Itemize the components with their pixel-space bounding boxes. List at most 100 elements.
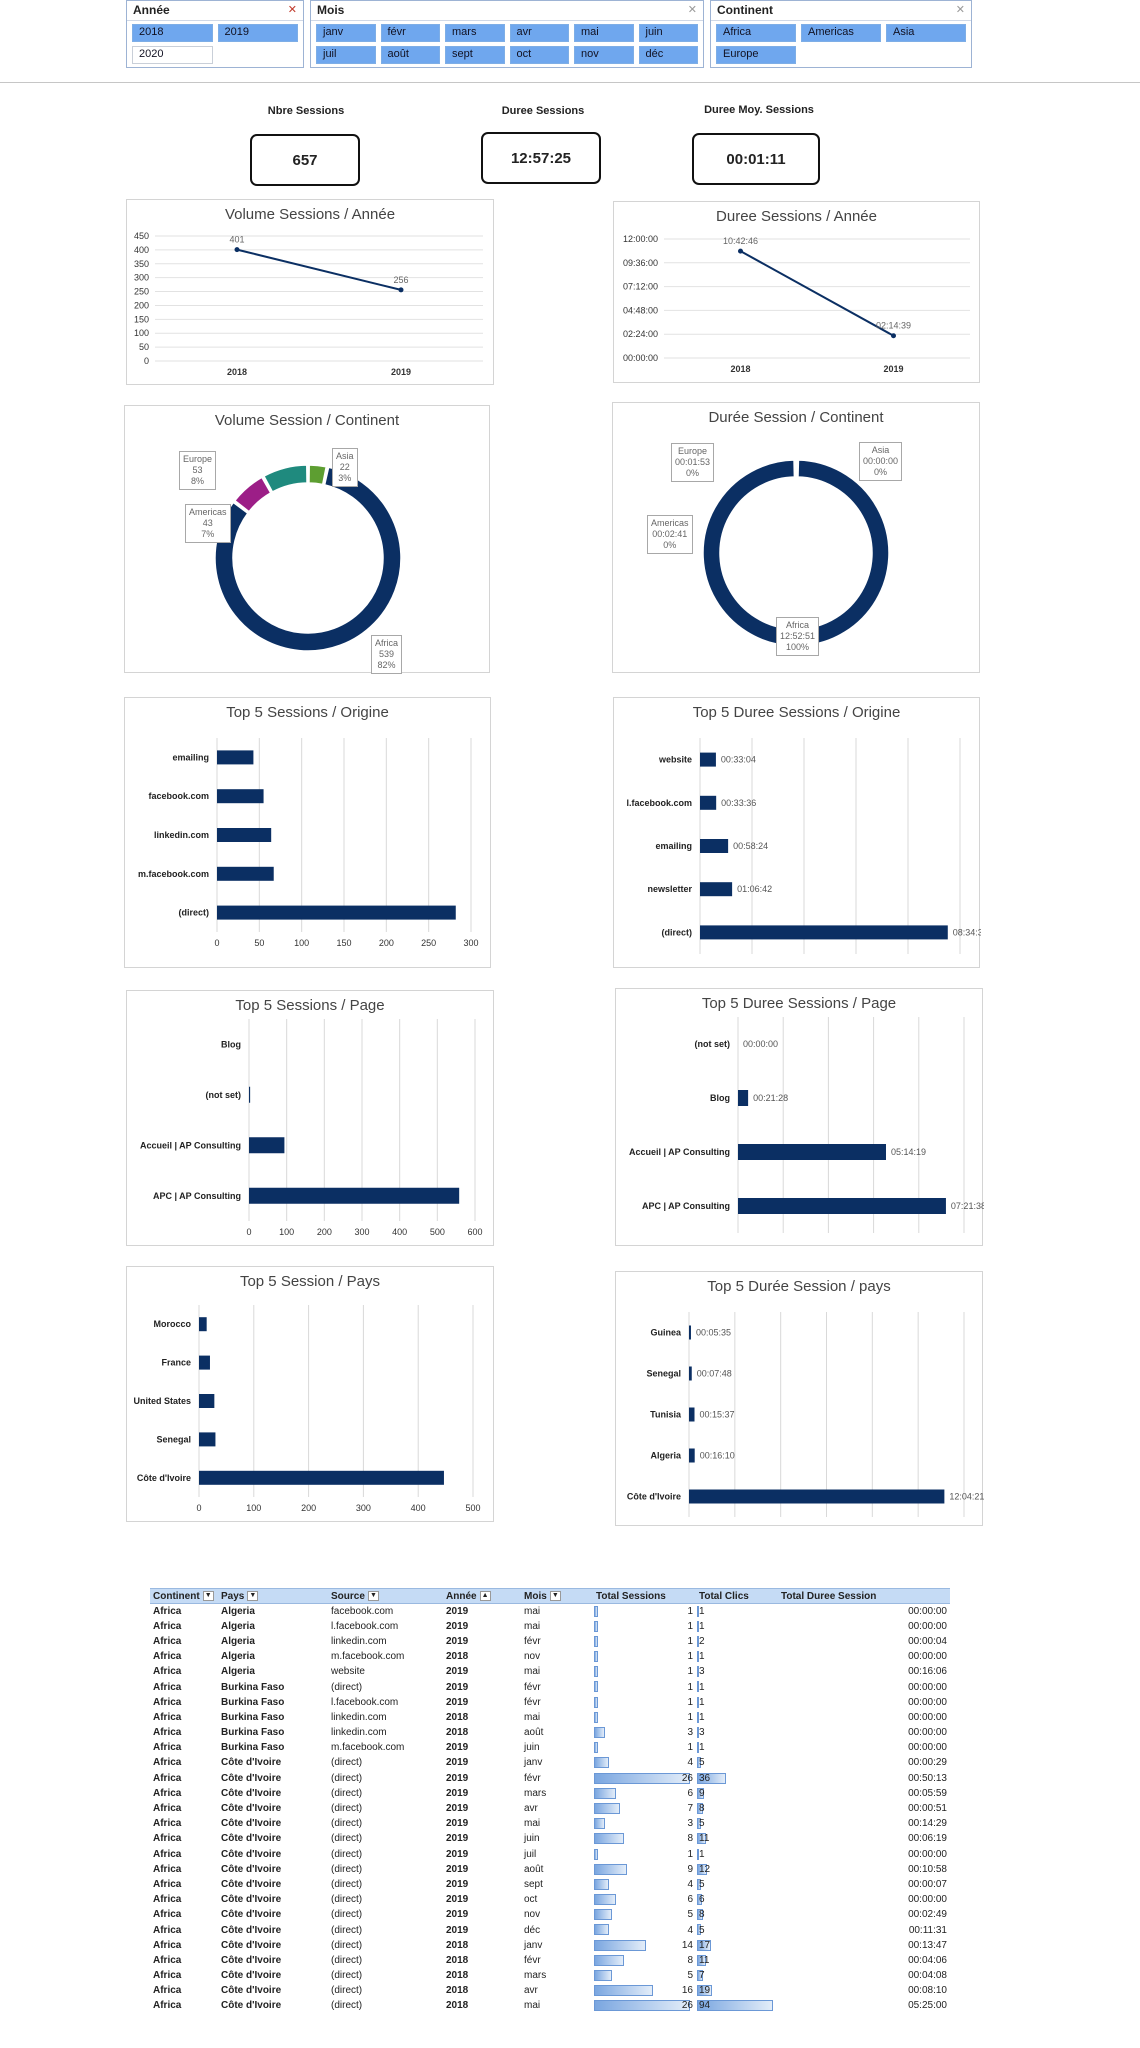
cell-pays: Côte d'Ivoire [221, 1848, 282, 1860]
col-label: Total Duree Session [781, 1590, 877, 1602]
cell-duree: 00:00:51 [908, 1803, 947, 1815]
callout-europe: Europe 00:01:53 0% [671, 443, 715, 482]
cell-sessions: 4 [593, 1877, 696, 1892]
col-annee[interactable]: Année ▲ [443, 1588, 521, 1604]
table-row: Africa Côte d'Ivoire (direct) 2018 janv 14 17 0… [150, 1938, 950, 1953]
cell-clics: 9 [696, 1786, 778, 1801]
slicer-item-continent[interactable]: Americas [801, 24, 881, 42]
cell-sessions: 5 [593, 1907, 696, 1922]
cell-value: 8 [687, 1833, 693, 1845]
callout-value: 22 [339, 462, 350, 472]
slicer-item-mois[interactable]: mai [574, 24, 634, 42]
cell-duree: 00:06:19 [908, 1833, 947, 1845]
cell-duree: 00:00:29 [908, 1757, 947, 1769]
col-continent[interactable]: Continent ▼ [150, 1588, 218, 1604]
slicer-item-mois[interactable]: nov [574, 46, 634, 64]
slicer-item-mois[interactable]: févr [380, 24, 440, 42]
slicer-item-mois[interactable]: janv [316, 24, 376, 42]
x-tick-label: 2019 [391, 367, 411, 377]
kpi-nbre-sessions: 657 [250, 134, 360, 186]
cell-clics: 3 [696, 1664, 778, 1679]
col-total-sessions: Total Sessions [593, 1588, 696, 1604]
slicer-item-mois[interactable]: mars [445, 24, 505, 42]
table-row: Africa Côte d'Ivoire (direct) 2019 sept 4 5 00:… [150, 1877, 950, 1892]
callout-pct: 3% [338, 473, 352, 483]
callout-europe: Europe 53 8% [179, 451, 217, 490]
callout-asia: Asia 00:00:00 0% [859, 442, 903, 481]
cell-source: (direct) [331, 1985, 363, 1997]
data-label: 08:34:38 [953, 927, 981, 937]
bar [199, 1317, 207, 1332]
cell-annee: 2019 [446, 1833, 469, 1845]
clear-filter-icon[interactable]: ✕ [288, 3, 297, 16]
y-tick-label: 09:36:00 [623, 258, 658, 268]
cell-continent: Africa [153, 1742, 182, 1754]
bar [689, 1407, 695, 1422]
slicer-item-continent[interactable]: Africa [716, 24, 796, 42]
x-tick-label: 0 [214, 938, 219, 948]
x-tick-label: 200 [379, 938, 394, 948]
dropdown-icon[interactable]: ▼ [549, 1590, 561, 1601]
bar [249, 1086, 251, 1103]
dropdown-icon[interactable]: ▼ [247, 1590, 259, 1601]
cell-annee: 2019 [446, 1635, 469, 1647]
slicer-item-continent[interactable]: Asia [886, 24, 966, 42]
cell-annee: 2018 [446, 1985, 469, 1997]
col-source[interactable]: Source ▼ [328, 1588, 443, 1604]
data-label: 00:05:35 [696, 1328, 731, 1338]
slicer-item-mois[interactable]: juin [638, 24, 698, 42]
category-label: emailing [172, 752, 209, 762]
slicer-item-annee[interactable]: 2018 [132, 24, 213, 42]
slicer-item-mois[interactable]: sept [445, 46, 505, 64]
slicer-item-annee[interactable]: 2019 [217, 24, 298, 42]
callout-pct: 7% [201, 529, 215, 539]
category-label: Côte d'Ivoire [137, 1473, 191, 1483]
slicer-item-mois[interactable]: oct [509, 46, 569, 64]
col-mois[interactable]: Mois ▼ [521, 1588, 593, 1604]
dropdown-icon[interactable]: ▼ [367, 1590, 379, 1601]
cell-continent: Africa [153, 1848, 182, 1860]
cell-mois: nov [524, 1651, 541, 1663]
sort-filter-icon[interactable]: ▲ [479, 1590, 491, 1601]
x-tick-label: 300 [356, 1503, 371, 1513]
cell-mois: févr [524, 1772, 541, 1784]
callout-value: 12:52:51 [780, 631, 816, 641]
cell-annee: 2019 [446, 1757, 469, 1769]
cell-source: (direct) [331, 1818, 363, 1830]
category-label: Senegal [646, 1369, 681, 1379]
slice-asia [308, 464, 328, 486]
cell-continent: Africa [153, 1833, 182, 1845]
cell-sessions: 7 [593, 1801, 696, 1816]
y-tick-label: 350 [134, 259, 149, 269]
dropdown-icon[interactable]: ▼ [202, 1590, 214, 1601]
cell-clics: 94 [696, 1998, 778, 2013]
clear-filter-icon[interactable]: ✕ [956, 3, 965, 16]
cell-duree: 00:16:06 [908, 1666, 947, 1678]
cell-value: 1 [699, 1681, 705, 1693]
callout-asia: Asia 22 3% [332, 448, 358, 487]
slicer-item-mois[interactable]: août [380, 46, 440, 64]
cell-pays: Côte d'Ivoire [221, 1803, 282, 1815]
cell-value: 11 [699, 1833, 710, 1845]
data-label: 00:16:10 [700, 1451, 735, 1461]
callout-value: 00:02:41 [652, 529, 688, 539]
slicer-item-continent[interactable]: Europe [716, 46, 796, 64]
slicer-item-annee[interactable]: 2020 [132, 46, 213, 64]
cell-mois: févr [524, 1681, 541, 1693]
clear-filter-icon[interactable]: ✕ [688, 3, 697, 16]
cell-source: (direct) [331, 1757, 363, 1769]
cell-clics: 36 [696, 1771, 778, 1786]
slicer-item-mois[interactable]: juil [316, 46, 376, 64]
cell-pays: Burkina Faso [221, 1696, 285, 1708]
table-row: Africa Côte d'Ivoire (direct) 2018 avr 16 19 00… [150, 1983, 950, 1998]
chart-volume-annee: Volume Sessions / Année 0 50 100 150 200 250 3… [126, 199, 494, 385]
slicer-item-mois[interactable]: déc [638, 46, 698, 64]
slicer-item-mois[interactable]: avr [509, 24, 569, 42]
cell-continent: Africa [153, 1985, 182, 1997]
cell-continent: Africa [153, 1894, 182, 1906]
cell-value: 5 [699, 1818, 705, 1830]
cell-source: (direct) [331, 1848, 363, 1860]
col-pays[interactable]: Pays ▼ [218, 1588, 328, 1604]
cell-source: facebook.com [331, 1605, 394, 1617]
series-line [236, 248, 402, 291]
